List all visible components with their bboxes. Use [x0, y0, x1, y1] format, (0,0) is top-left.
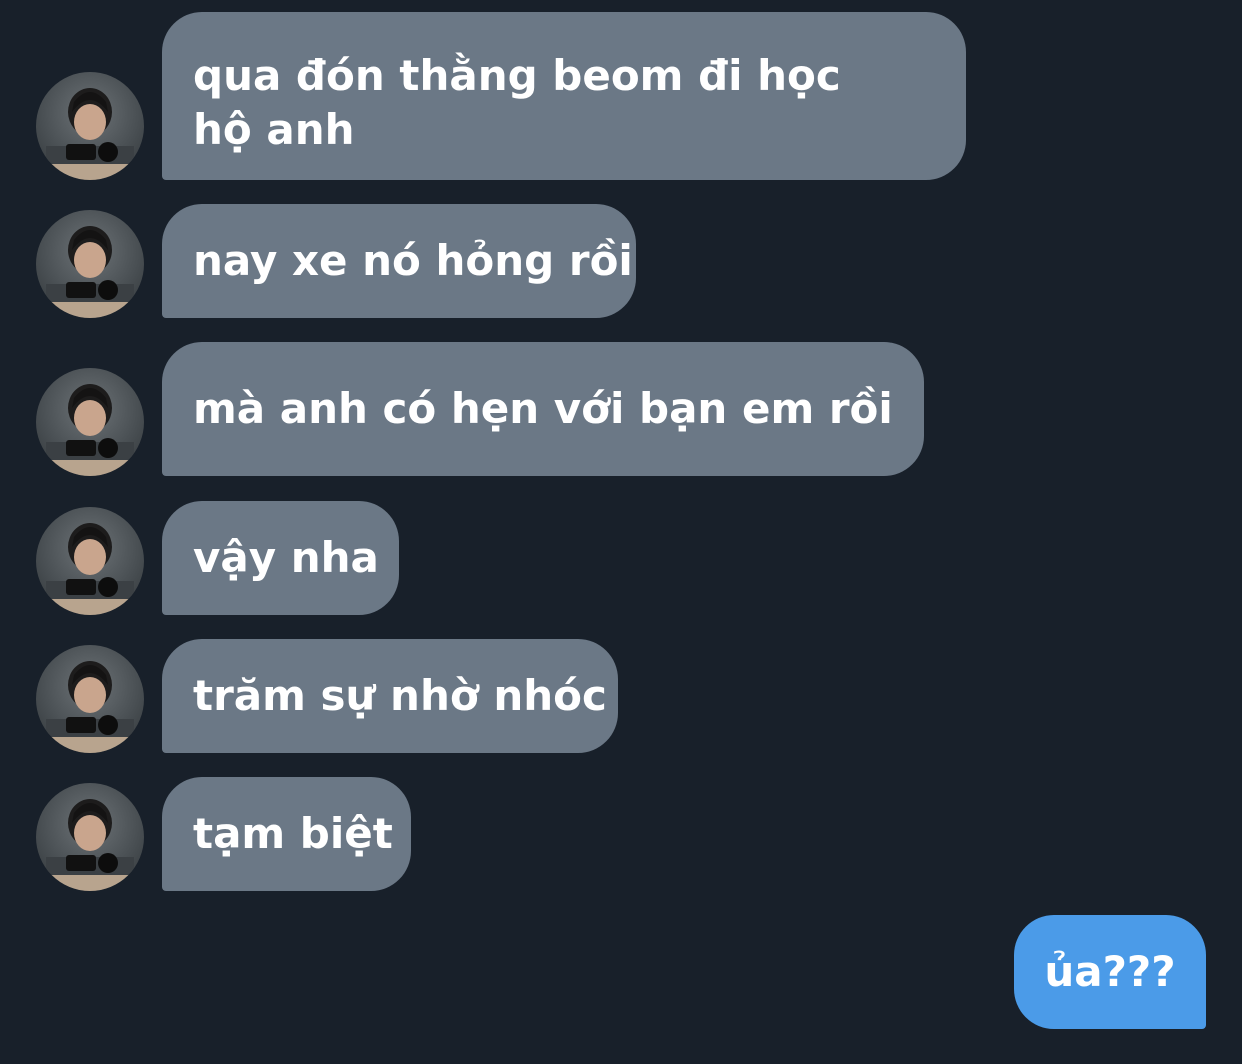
message-text: trăm sự nhờ nhóc — [193, 671, 607, 720]
message-bubble[interactable]: mà anh có hẹn với bạn em rồi — [162, 342, 924, 476]
chat-thread: qua đón thằng beom đi học hộ anh nay xe … — [0, 0, 1242, 1064]
avatar[interactable] — [36, 368, 144, 476]
profile-photo-icon — [36, 226, 144, 318]
profile-photo-icon — [36, 384, 144, 476]
avatar[interactable] — [36, 783, 144, 891]
message-bubble[interactable]: vậy nha — [162, 501, 399, 615]
avatar[interactable] — [36, 507, 144, 615]
message-text: ủa??? — [1044, 947, 1176, 996]
message-bubble[interactable]: qua đón thằng beom đi học hộ anh — [162, 12, 966, 180]
message-text: mà anh có hẹn với bạn em rồi — [193, 384, 893, 433]
profile-photo-icon — [36, 661, 144, 753]
message-text: tạm biệt — [193, 809, 393, 858]
message-text: qua đón thằng beom đi học hộ anh — [193, 51, 841, 154]
message-text: vậy nha — [193, 533, 379, 582]
message-bubble[interactable]: trăm sự nhờ nhóc — [162, 639, 618, 753]
avatar[interactable] — [36, 645, 144, 753]
profile-photo-icon — [36, 88, 144, 180]
message-bubble[interactable]: tạm biệt — [162, 777, 411, 891]
avatar[interactable] — [36, 210, 144, 318]
profile-photo-icon — [36, 523, 144, 615]
message-bubble[interactable]: nay xe nó hỏng rồi — [162, 204, 636, 318]
message-text: nay xe nó hỏng rồi — [193, 236, 633, 285]
avatar[interactable] — [36, 72, 144, 180]
outgoing-message-bubble[interactable]: ủa??? — [1014, 915, 1206, 1029]
profile-photo-icon — [36, 799, 144, 891]
